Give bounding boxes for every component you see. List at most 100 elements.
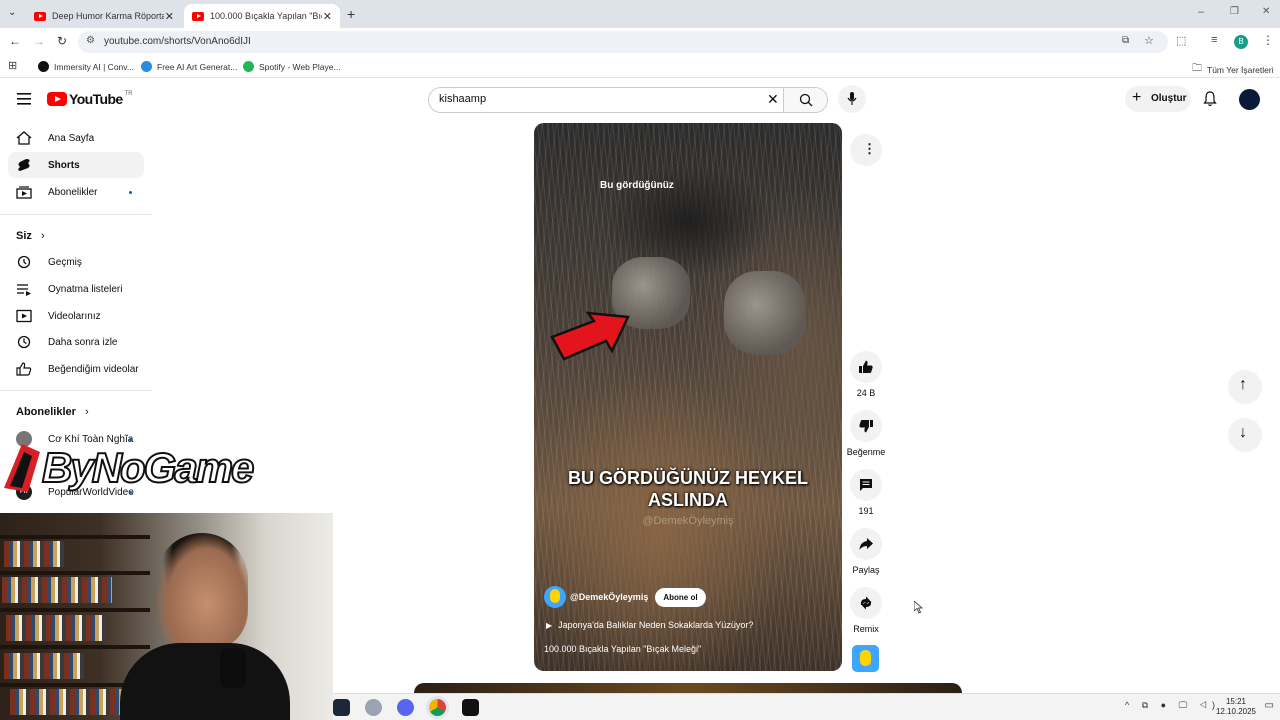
you-section-heading[interactable]: Siz › [16,230,45,242]
share-button[interactable] [850,528,882,560]
like-button[interactable] [850,351,882,383]
bookmarks-bar: ⊞ Immersity AI | Conv... Free AI Art Gen… [0,56,1280,78]
search-input[interactable]: kishaamp [439,93,486,105]
subscriptions-heading-text: Abonelikler [16,406,76,418]
channel-name[interactable]: @DemekÖyleymiş [570,592,648,602]
sidebar-item-history[interactable]: Geçmiş [8,249,144,275]
notifications-bell-icon[interactable] [1203,91,1217,107]
home-icon [16,131,32,145]
sculpture-hand-right [724,271,806,355]
sidebar-item-your-videos[interactable]: Videolarınız [8,303,144,329]
sidebar-item-subscriptions[interactable]: Abonelikler [8,179,144,205]
bookmark-spotify[interactable]: Spotify - Web Playe... [243,61,341,72]
voice-search-button[interactable] [838,85,866,113]
bookmark-immersity[interactable]: Immersity AI | Conv... [38,61,134,72]
more-options-button[interactable]: ⋮ [850,134,882,166]
browser-menu-icon[interactable]: ⋮ [1262,33,1274,47]
related-video-link[interactable]: ▶ Japonya'da Balıklar Neden Sokaklarda Yü… [546,620,753,630]
share-label: Paylaş [852,565,880,575]
bookmark-star-icon[interactable]: ☆ [1144,34,1154,47]
remix-label: Remix [853,624,879,634]
discord-icon[interactable] [397,699,414,716]
streamer-webcam [0,513,333,720]
previous-short-button[interactable]: ↑ [1228,370,1262,404]
app-icon[interactable] [365,699,382,716]
site-info-icon[interactable]: ⚙ [86,35,95,46]
sidebar-item-shorts[interactable]: Shorts [8,152,144,178]
search-button[interactable] [783,88,827,112]
profile-avatar[interactable]: B [1234,35,1248,49]
youtube-header: YouTube TR kishaamp ✕ + Oluştur [0,80,1280,120]
media-control-icon[interactable]: ≡ [1211,34,1217,46]
steam-icon[interactable] [333,699,350,716]
clear-search-icon[interactable]: ✕ [767,91,779,108]
bookshelf [0,535,150,539]
sidebar-item-label: Beğendiğim videolar [48,364,139,375]
extensions-icon[interactable]: ⬚ [1176,34,1186,47]
system-tray-icons[interactable]: ^ ⧉ ● 🖵 ◁) [1125,700,1220,711]
reload-icon[interactable]: ↻ [57,34,67,48]
you-heading-text: Siz [16,230,32,242]
apps-grid-icon[interactable]: ⊞ [8,59,17,72]
sidebar-item-label: Geçmiş [48,257,82,268]
share-icon [859,538,873,550]
next-short-button[interactable]: ↓ [1228,418,1262,452]
new-tab-icon[interactable]: + [347,6,355,22]
sidebar-item-liked-videos[interactable]: Beğendiğim videolar [8,356,144,382]
streamer-body [120,643,290,720]
window-close-icon[interactable]: ✕ [1262,6,1270,17]
notification-center-icon[interactable]: ▭ [1265,700,1274,711]
sidebar-item-watch-later[interactable]: Daha sonra izle [8,329,144,355]
sidebar-item-label: Shorts [48,160,80,171]
channel-avatar[interactable] [544,586,566,608]
more-vert-icon: ⋮ [863,141,876,156]
tab-close-icon[interactable]: ✕ [165,10,174,23]
subscriptions-icon [16,186,32,199]
dislike-button[interactable] [850,410,882,442]
capcut-icon[interactable] [462,699,479,716]
remix-button[interactable] [850,587,882,619]
account-avatar[interactable] [1239,89,1260,110]
browser-tab-2[interactable]: 100.000 Bıçakla Yapılan "Bıçak ✕ [184,4,340,28]
bookmark-free-ai-art[interactable]: Free AI Art Generat... [141,61,237,72]
shorts-video-player[interactable]: Bu gördüğünüz BU GÖRDÜĞÜNÜZ HEYKEL ASLIN… [534,123,842,671]
install-app-icon[interactable]: ⧉ [1122,35,1129,46]
all-bookmarks[interactable]: 🗀 Tüm Yer İşaretleri [1192,61,1274,78]
minimize-icon[interactable]: – [1198,6,1204,18]
books [4,541,64,567]
restore-icon[interactable]: ❐ [1230,6,1239,17]
address-bar[interactable]: ⚙ youtube.com/shorts/VonAno6dIJI ⧉ ☆ [78,31,1168,53]
immersity-icon [38,61,49,72]
tab-close-icon[interactable]: ✕ [323,10,332,23]
subscriptions-section-heading[interactable]: Abonelikler › [16,406,89,418]
browser-tab-1[interactable]: Deep Humor Karma Röportaj S ✕ [26,4,182,28]
back-icon[interactable]: ← [9,34,21,48]
taskbar-clock[interactable]: 15:21 12.10.2025 [1216,697,1256,717]
create-button[interactable]: + Oluştur [1125,86,1191,112]
comments-button[interactable] [850,469,882,501]
audio-source-thumbnail[interactable] [852,645,879,672]
search-icon [799,93,813,107]
divider [0,390,152,391]
thumbs-up-icon [859,360,873,373]
forward-icon[interactable]: → [33,34,45,48]
tab-search-icon[interactable]: ⌄ [8,7,16,18]
comment-count: 191 [858,506,874,516]
playlists-icon [17,284,31,296]
subscribe-button[interactable]: Abone ol [655,587,706,607]
bookshelf [0,645,150,649]
youtube-logo[interactable]: YouTube TR [47,91,133,107]
sidebar-item-label: Abonelikler [48,187,98,198]
bookshelf [0,571,150,575]
chrome-icon[interactable] [429,699,446,716]
sidebar-item-home[interactable]: Ana Sayfa [8,125,144,151]
microphone-icon [847,92,857,105]
spotify-icon [243,61,254,72]
sidebar-item-label: Ana Sayfa [48,133,95,144]
folder-icon: 🗀 [1192,63,1202,74]
windows-taskbar: ^ ⧉ ● 🖵 ◁) 15:21 12.10.2025 ▭ [333,693,1280,720]
hamburger-menu-icon[interactable] [17,93,31,105]
sidebar-item-playlists[interactable]: Oynatma listeleri [8,276,144,302]
your-videos-icon [16,309,32,323]
divider [0,214,152,215]
